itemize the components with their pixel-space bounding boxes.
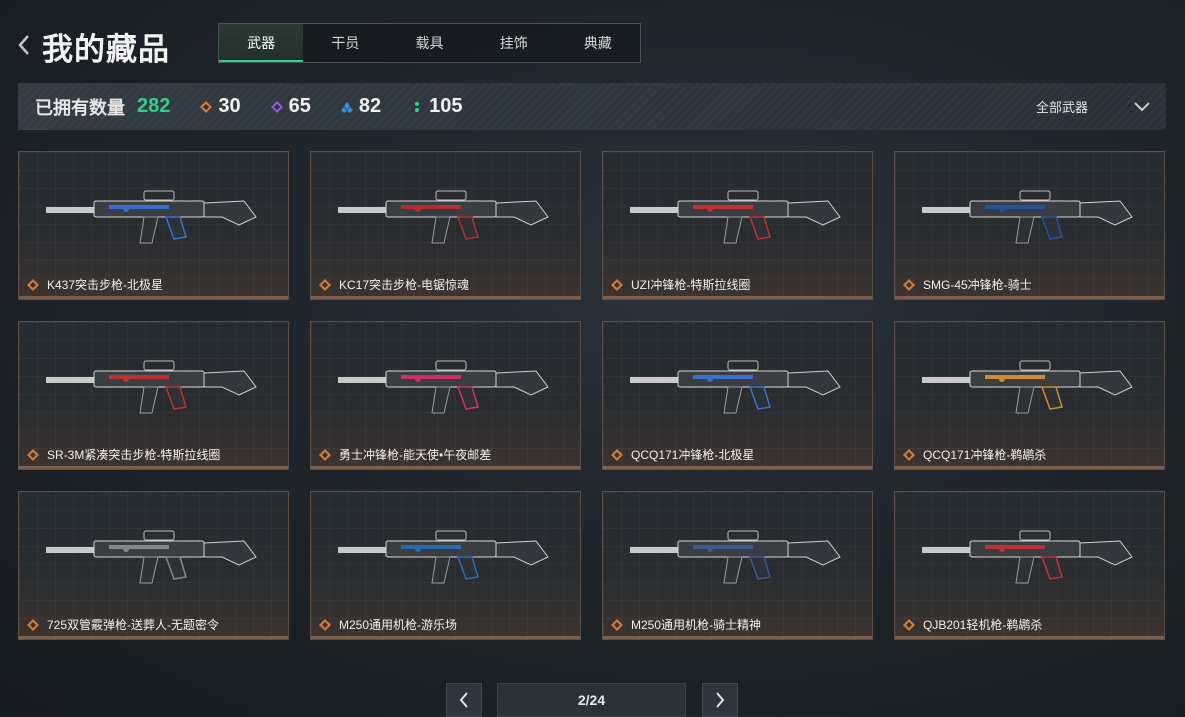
weapon-name: SR-3M紧凑突击步枪-特斯拉线圈 xyxy=(47,448,221,462)
tab-operators[interactable]: 干员 xyxy=(303,24,387,62)
rarity-stat-orange: 30 xyxy=(200,95,241,118)
weapon-card[interactable]: KC17突击步枪-电锯惊魂 xyxy=(310,151,581,300)
weapon-name: QCQ171冲锋枪-鹈鹕杀 xyxy=(923,448,1047,462)
weapon-skin-image xyxy=(46,360,257,414)
weapon-name: 勇士冲锋枪-能天使•午夜邮差 xyxy=(339,448,492,462)
chevron-left-icon xyxy=(459,692,468,708)
weapon-name: QJB201轻机枪-鹈鹕杀 xyxy=(923,618,1043,632)
prev-page-button[interactable] xyxy=(446,683,482,717)
filter-label: 全部武器 xyxy=(1035,100,1088,115)
pagination: 2/24 xyxy=(0,683,1185,717)
blue-diamond-icon xyxy=(340,101,353,113)
weapon-card[interactable]: QCQ171冲锋枪-鹈鹕杀 xyxy=(894,321,1165,470)
tab-collection[interactable]: 典藏 xyxy=(556,24,640,62)
orange-diamond-icon xyxy=(27,279,39,291)
rarity-count: 30 xyxy=(218,95,241,117)
weapon-card[interactable]: K437突击步枪-北极星 xyxy=(18,151,289,300)
weapon-skin-image xyxy=(922,360,1133,414)
weapon-card[interactable]: UZI冲锋枪-特斯拉线圈 xyxy=(602,151,873,300)
chevron-right-icon xyxy=(716,692,725,708)
orange-diamond-icon xyxy=(903,619,915,631)
rarity-count: 105 xyxy=(429,95,463,117)
weapon-skin-image xyxy=(46,190,257,244)
weapon-skin-image xyxy=(338,190,549,244)
owned-count: 282 xyxy=(137,95,171,117)
purple-diamond-icon xyxy=(270,100,283,113)
tab-vehicles[interactable]: 载具 xyxy=(387,24,471,62)
rarity-stat-blue: 82 xyxy=(340,95,382,118)
page-indicator: 2/24 xyxy=(497,683,686,717)
stats-bar: 已拥有数量 282 30 65 82 105 全部武器 xyxy=(18,83,1166,130)
tab-weapons[interactable]: 武器 xyxy=(219,24,304,62)
weapon-card[interactable]: SMG-45冲锋枪-骑士 xyxy=(894,151,1165,300)
orange-diamond-icon xyxy=(319,279,331,291)
rarity-stat-green: 105 xyxy=(411,95,463,118)
next-page-button[interactable] xyxy=(702,683,738,717)
chevron-down-icon xyxy=(1134,101,1150,111)
weapon-card[interactable]: 勇士冲锋枪-能天使•午夜邮差 xyxy=(310,321,581,470)
weapon-skin-image xyxy=(630,530,841,584)
weapon-skin-image xyxy=(630,190,841,244)
weapon-skin-image xyxy=(922,530,1133,584)
page-title: 我的藏品 xyxy=(42,32,170,67)
orange-diamond-icon xyxy=(27,619,39,631)
orange-diamond-icon xyxy=(319,449,331,461)
orange-diamond-icon xyxy=(611,619,623,631)
weapon-skin-image xyxy=(338,530,549,584)
weapon-name: 725双管霰弹枪-送葬人-无题密令 xyxy=(47,618,220,632)
weapon-name: UZI冲锋枪-特斯拉线圈 xyxy=(631,278,751,292)
rarity-count: 82 xyxy=(358,95,382,117)
orange-diamond-icon xyxy=(200,100,213,113)
weapon-card[interactable]: SR-3M紧凑突击步枪-特斯拉线圈 xyxy=(18,321,289,470)
orange-diamond-icon xyxy=(27,449,39,461)
weapon-card[interactable]: QCQ171冲锋枪-北极星 xyxy=(602,321,873,470)
weapon-name: K437突击步枪-北极星 xyxy=(47,278,164,292)
orange-diamond-icon xyxy=(611,449,623,461)
orange-diamond-icon xyxy=(903,449,915,461)
weapon-filter-dropdown[interactable]: 全部武器 xyxy=(1036,83,1150,130)
weapon-name: SMG-45冲锋枪-骑士 xyxy=(923,278,1032,292)
orange-diamond-icon xyxy=(319,619,331,631)
orange-diamond-icon xyxy=(611,279,623,291)
rarity-count: 65 xyxy=(288,95,311,117)
owned-label: 已拥有数量 xyxy=(35,97,125,118)
weapon-name: KC17突击步枪-电锯惊魂 xyxy=(339,278,470,292)
back-button[interactable] xyxy=(14,30,34,60)
category-tabs: 武器 干员 载具 挂饰 典藏 xyxy=(218,23,641,63)
chevron-left-icon xyxy=(18,35,29,55)
weapon-card[interactable]: M250通用机枪-骑士精神 xyxy=(602,491,873,640)
weapon-card[interactable]: 725双管霰弹枪-送葬人-无题密令 xyxy=(18,491,289,640)
rarity-stat-purple: 65 xyxy=(270,95,311,118)
weapon-name: M250通用机枪-游乐场 xyxy=(339,618,458,632)
weapon-card[interactable]: M250通用机枪-游乐场 xyxy=(310,491,581,640)
tab-charms[interactable]: 挂饰 xyxy=(472,24,556,62)
weapon-skin-image xyxy=(338,360,549,414)
weapon-name: M250通用机枪-骑士精神 xyxy=(631,618,762,632)
orange-diamond-icon xyxy=(903,279,915,291)
weapon-skin-image xyxy=(630,360,841,414)
weapon-skin-image xyxy=(46,530,257,584)
weapon-name: QCQ171冲锋枪-北极星 xyxy=(631,448,755,462)
green-dots-icon xyxy=(415,101,420,112)
weapon-skin-image xyxy=(922,190,1133,244)
weapon-card[interactable]: QJB201轻机枪-鹈鹕杀 xyxy=(894,491,1165,640)
